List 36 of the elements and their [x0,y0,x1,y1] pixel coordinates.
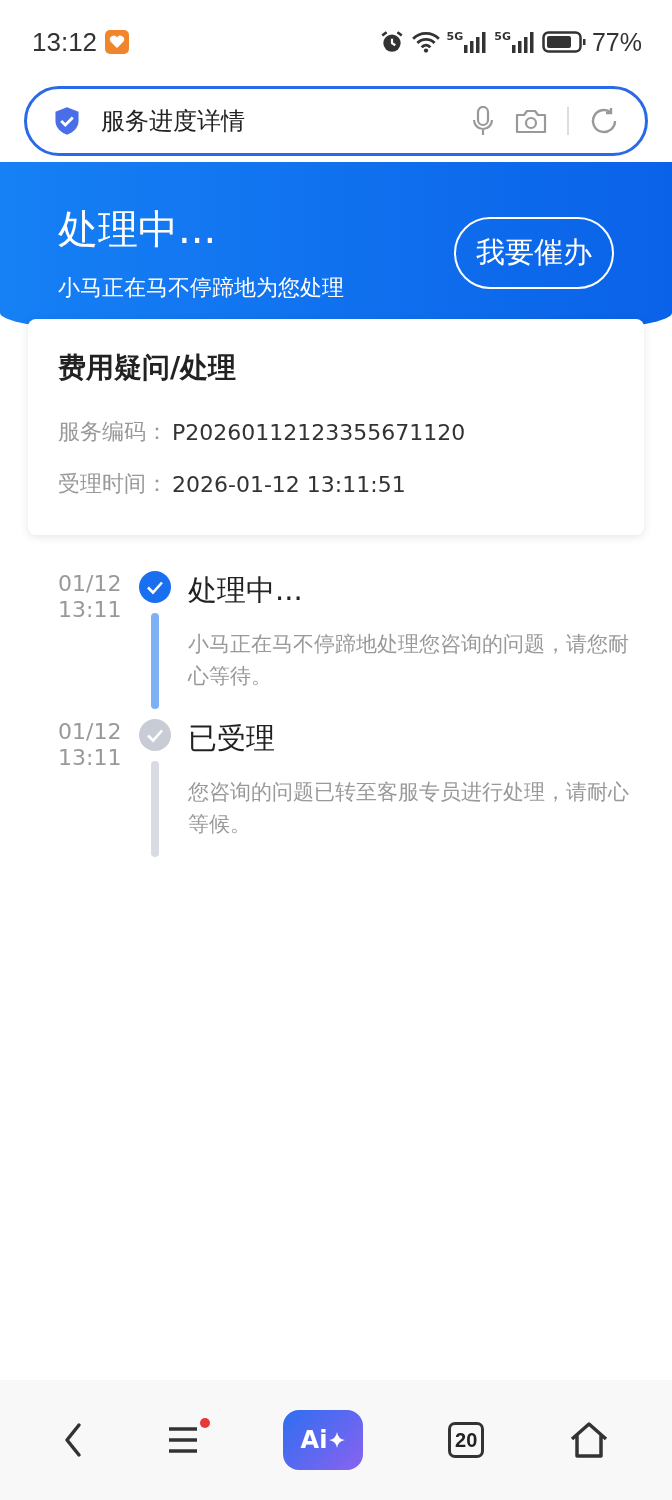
heart-app-icon [105,30,130,54]
menu-icon[interactable] [167,1426,198,1454]
status-subtitle: 小马正在马不停蹄地为您处理 [58,274,344,302]
signal-icon [511,31,536,53]
timeline-date: 01/12 [58,719,123,746]
status-title: 处理中... [58,205,218,254]
timeline-title: 已受理 [188,720,276,757]
battery-icon [541,31,586,53]
search-field[interactable]: 服务进度详情 [24,86,648,156]
field-value: 2026-01-12 13:11:51 [172,471,406,497]
tabs-count-button[interactable]: 20 [448,1422,485,1458]
timeline-time: 13:11 [58,597,123,624]
timeline-text: 小马正在马不停蹄地处理您咨询的问题，请您耐心等待。 [188,631,630,690]
refresh-icon[interactable] [589,106,619,136]
camera-icon[interactable] [515,108,547,134]
timeline-text: 您咨询的问题已转至客服专员进行处理，请耐心等候。 [188,779,630,838]
signal-icon [464,31,489,53]
timeline-date: 01/12 [58,571,123,598]
field-label: 服务编码： [58,418,168,446]
urge-button[interactable]: 我要催办 [454,216,614,289]
network-type: 5G [446,31,464,42]
ai-button[interactable]: Ai [282,1410,363,1470]
microphone-icon[interactable] [471,106,495,136]
field-value: P20260112123355671120 [172,419,466,445]
home-icon[interactable] [569,1420,610,1460]
network-type: 5G [494,31,511,42]
timeline-time: 13:11 [58,745,123,772]
back-icon[interactable] [62,1422,83,1458]
battery-percent: 77% [591,27,642,57]
field-label: 受理时间： [58,470,168,498]
wifi-icon [410,30,441,54]
sparkle-icon [329,1432,346,1448]
status-time: 13:12 [32,26,98,58]
timeline-title: 处理中... [188,572,304,609]
shield-check-icon [53,106,81,136]
card-title: 费用疑问/处理 [58,350,238,386]
